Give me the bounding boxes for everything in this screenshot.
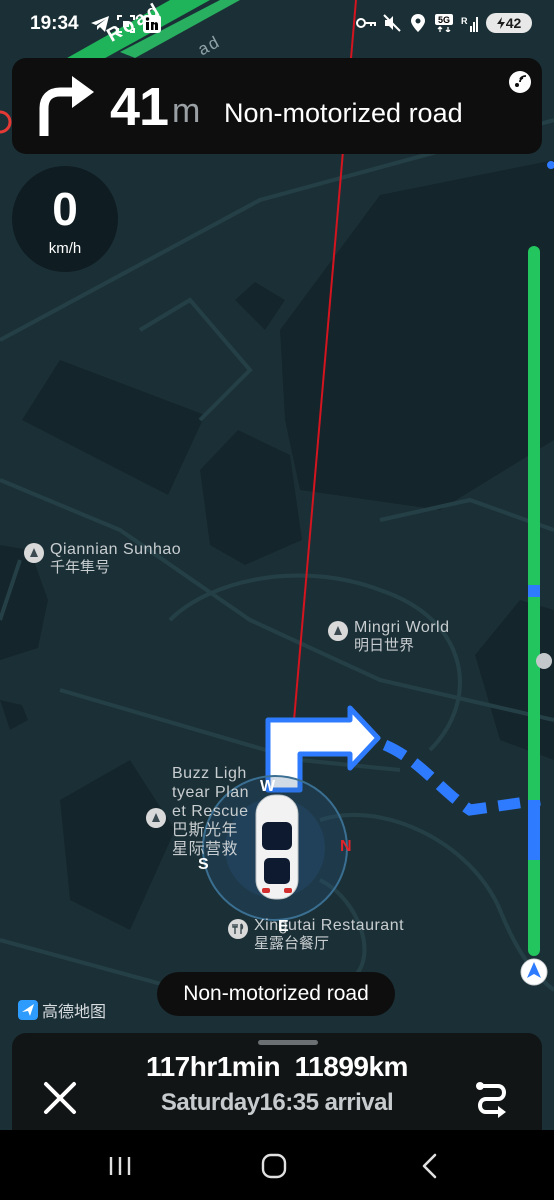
poi-name-cn: 千年隼号 bbox=[50, 559, 111, 576]
poi-mingri-world[interactable]: Mingri World 明日世界 bbox=[328, 619, 450, 655]
speed-value: 0 bbox=[52, 183, 78, 235]
car-icon bbox=[255, 794, 299, 900]
close-navigation-button[interactable] bbox=[40, 1078, 80, 1118]
svg-text:5G: 5G bbox=[438, 15, 450, 25]
trip-summary: 117hr1min 11899km bbox=[12, 1051, 542, 1083]
trip-duration: 117hr1min bbox=[146, 1051, 281, 1082]
poi-xingutai-restaurant[interactable]: Xingutai Restaurant 星露台餐厅 bbox=[228, 917, 404, 953]
back-icon bbox=[422, 1153, 437, 1179]
trip-distance: 11899km bbox=[294, 1051, 409, 1082]
status-time: 19:34 bbox=[30, 13, 79, 34]
attraction-icon bbox=[146, 808, 166, 828]
route-progress-segment bbox=[528, 585, 540, 597]
compass-north: N bbox=[340, 838, 352, 855]
poi-name: Buzz Lightyear Planet Rescue bbox=[172, 765, 250, 820]
5g-icon: 5G bbox=[434, 13, 454, 33]
recent-apps-icon bbox=[109, 1157, 131, 1175]
vpn-key-icon bbox=[356, 13, 376, 33]
poi-name: Xingutai Restaurant bbox=[254, 917, 405, 934]
distance-unit: m bbox=[172, 92, 201, 130]
attraction-icon bbox=[24, 543, 44, 563]
trip-arrival: Saturday16:35 arrival bbox=[160, 1089, 394, 1116]
broadcast-icon[interactable] bbox=[508, 70, 532, 94]
distance-value: 41 bbox=[110, 77, 169, 137]
compass-west: W bbox=[260, 778, 276, 795]
poi-name: Qiannian Sunhao bbox=[50, 541, 182, 558]
poi-name-cn: 巴斯光年星际营救 bbox=[172, 822, 239, 858]
svg-text:R: R bbox=[461, 16, 468, 26]
drag-handle[interactable] bbox=[258, 1040, 318, 1045]
speed-badge: 0 km/h bbox=[12, 166, 118, 272]
current-road-pill: Non-motorized road bbox=[157, 972, 395, 1016]
poi-name-cn: 明日世界 bbox=[354, 637, 415, 654]
next-road-name: Non-motorized road bbox=[224, 98, 463, 128]
compass-east: E bbox=[278, 918, 289, 935]
trip-panel[interactable]: 117hr1min 11899km Saturday16:35 arrival bbox=[12, 1033, 542, 1130]
compass-south: S bbox=[198, 856, 209, 873]
mute-icon bbox=[382, 13, 402, 33]
home-icon bbox=[261, 1153, 287, 1179]
amap-logo-icon bbox=[18, 1000, 38, 1020]
screenshot-icon bbox=[116, 14, 136, 34]
poi-name-cn: 星露台餐厅 bbox=[254, 935, 330, 952]
battery-icon: 42 bbox=[486, 13, 532, 33]
speed-unit: km/h bbox=[48, 240, 82, 257]
location-icon bbox=[408, 13, 428, 33]
route-progress-segment bbox=[528, 800, 540, 860]
restaurant-icon bbox=[228, 919, 248, 939]
attraction-icon bbox=[328, 621, 348, 641]
home-button[interactable] bbox=[254, 1150, 294, 1182]
turn-right-icon bbox=[39, 76, 94, 136]
amap-logo-text: 高德地图 bbox=[42, 1004, 107, 1021]
system-nav-bar bbox=[0, 1130, 554, 1200]
poi-buzz-lightyear[interactable]: Buzz Lightyear Planet Rescue 巴斯光年星际营救 bbox=[146, 764, 250, 859]
linkedin-icon bbox=[142, 14, 162, 34]
back-button[interactable] bbox=[410, 1150, 450, 1182]
poi-qiannian-sunhao[interactable]: Qiannian Sunhao 千年隼号 bbox=[24, 541, 181, 577]
recent-apps-button[interactable] bbox=[100, 1150, 140, 1182]
poi-name: Mingri World bbox=[354, 619, 450, 636]
battery-level: 42 bbox=[505, 15, 522, 31]
status-bar: 19:34 5G R 42 bbox=[0, 0, 554, 52]
telegram-icon bbox=[90, 14, 110, 34]
signal-icon: R bbox=[460, 13, 480, 33]
instruction-card[interactable]: 41 m Non-motorized road bbox=[12, 58, 542, 154]
amap-logo: 高德地图 bbox=[18, 998, 106, 1022]
route-options-button[interactable] bbox=[470, 1078, 514, 1120]
